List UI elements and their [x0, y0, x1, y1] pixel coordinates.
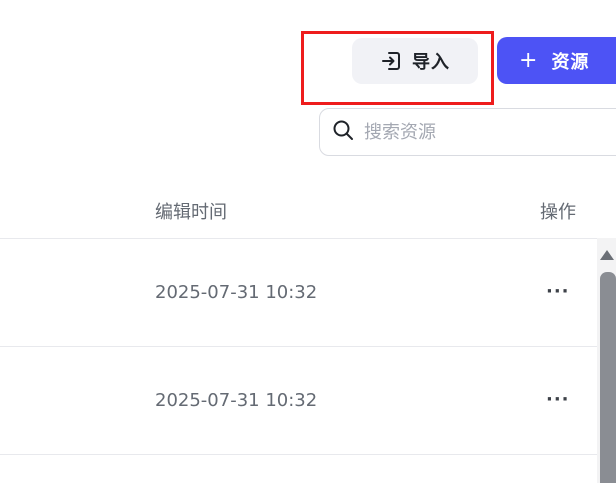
search-input[interactable] [364, 121, 584, 143]
row-divider [0, 454, 598, 455]
search-box[interactable] [319, 108, 616, 156]
row-edit-time: 2025-07-31 10:32 [155, 282, 318, 303]
import-icon [380, 50, 402, 72]
add-resource-button-label: 资源 [551, 51, 590, 73]
more-actions-button[interactable]: ··· [546, 391, 570, 409]
row-divider [0, 346, 598, 347]
scroll-up-arrow-icon[interactable] [600, 250, 614, 260]
resource-page: 导入 + 资源 编辑时间 操作 2025-07-31 10:32 ··· 202… [0, 0, 616, 483]
column-header-operations: 操作 [540, 202, 576, 223]
import-button-label: 导入 [412, 52, 450, 73]
row-edit-time: 2025-07-31 10:32 [155, 390, 318, 411]
plus-icon: + [519, 47, 538, 73]
add-resource-button[interactable]: + 资源 [497, 37, 616, 84]
search-icon [332, 119, 354, 145]
header-divider [0, 238, 598, 239]
import-button[interactable]: 导入 [352, 38, 478, 84]
more-actions-button[interactable]: ··· [546, 283, 570, 301]
scrollbar-thumb[interactable] [600, 272, 616, 483]
column-header-edit-time: 编辑时间 [155, 202, 227, 223]
